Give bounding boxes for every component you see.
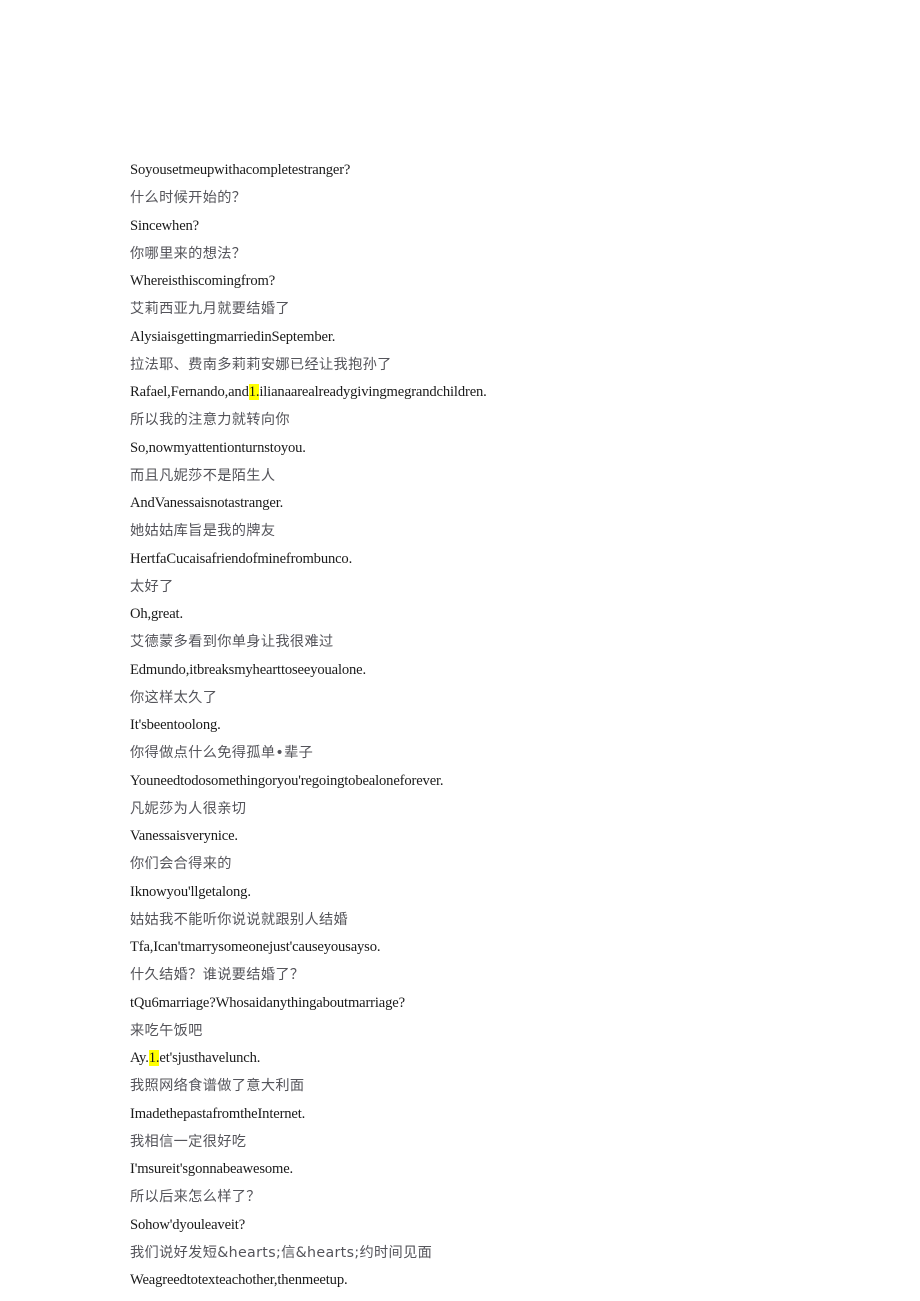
transcript-line-chinese: 所以后来怎么样了？: [130, 1189, 261, 1206]
transcript-line-chinese: 你这样太久了: [130, 689, 218, 706]
transcript-body: Soyousetmeupwithacompletestranger? 什么时候开始…: [130, 157, 830, 1294]
transcript-line-chinese: 我照网络食谱做了意大利面: [130, 1078, 305, 1095]
transcript-line-english: So,nowmyattentionturnstoyou.: [130, 439, 306, 456]
transcript-line-english: HertfaCucaisafriendofminefrombunco.: [130, 550, 353, 567]
transcript-line-english: AlysiaisgettingmarriedinSeptember.: [130, 328, 336, 345]
transcript-line-english: Weagreedtotexteachother,thenmeetup.: [130, 1272, 348, 1288]
transcript-line-chinese: 艾德蒙多看到你单身让我很难过: [130, 634, 334, 651]
transcript-line-chinese: 你们会合得来的: [130, 856, 232, 873]
transcript-line-english: Rafael,Fernando,and1.ilianaarealreadygiv…: [130, 379, 830, 406]
transcript-line-chinese: 什么时候开始的？: [130, 190, 247, 207]
transcript-line-english: ImadethepastafromtheInternet.: [130, 1105, 306, 1122]
line-text-segment: et'sjusthavelunch.: [159, 1050, 261, 1066]
transcript-line-english: AndVanessaisnotastranger.: [130, 495, 284, 511]
line-text-segment: Ay.: [130, 1050, 149, 1066]
transcript-line-english: Sohow'dyouleaveit?: [130, 1216, 246, 1233]
transcript-line-english: I'msureit'sgonnabeawesome.: [130, 1161, 294, 1177]
transcript-line-english: Edmundo,itbreaksmyhearttoseeyoualone.: [130, 661, 366, 678]
transcript-line-english: Vanessaisverynice.: [130, 828, 238, 844]
transcript-line-english: Ay.1.et'sjusthavelunch.: [130, 1045, 830, 1072]
transcript-line-chinese: 我相信一定很好吃: [130, 1133, 247, 1150]
transcript-line-chinese: 我们说好发短&hearts;信&hearts;约时间见面: [130, 1244, 433, 1261]
transcript-line-english: tQu6marriage?Whosaidanythingaboutmarriag…: [130, 994, 405, 1011]
transcript-line-english: Tfa,Ican'tmarrysomeonejust'causeyousayso…: [130, 939, 381, 955]
transcript-line-english: Whereisthiscomingfrom?: [130, 273, 276, 289]
transcript-line-chinese: 你哪里来的想法？: [130, 245, 247, 262]
transcript-line-english: It'sbeentoolong.: [130, 717, 221, 733]
transcript-line-chinese: 太好了: [130, 578, 174, 595]
transcript-line-chinese: 她姑姑库旨是我的牌友: [130, 523, 276, 540]
transcript-line-chinese: 来吃午饭吧: [130, 1022, 203, 1039]
transcript-line-chinese: 而且凡妮莎不是陌生人: [130, 467, 276, 484]
document-page: Soyousetmeupwithacompletestranger? 什么时候开始…: [0, 0, 920, 1301]
line-text-segment: ilianaarealreadygivingmegrandchildren.: [259, 384, 487, 400]
transcript-line-chinese: 你得做点什么免得孤单•辈子: [130, 745, 314, 762]
transcript-line-english: Youneedtodosomethingoryou'regoingtobealo…: [130, 772, 444, 789]
transcript-line-english: Oh,great.: [130, 606, 183, 622]
highlighted-text: 1.: [248, 384, 260, 400]
transcript-line-english: Iknowyou'llgetalong.: [130, 883, 251, 900]
transcript-line-chinese: 所以我的注意力就转向你: [130, 412, 290, 429]
transcript-line-chinese: 什久结婚？谁说要结婚了？: [130, 967, 305, 984]
highlighted-text: 1.: [148, 1050, 160, 1066]
transcript-line-chinese: 凡妮莎为人很亲切: [130, 800, 247, 817]
transcript-line-chinese: 姑姑我不能听你说说就跟别人结婚: [130, 911, 349, 928]
transcript-line-chinese: 艾莉西亚九月就要结婚了: [130, 301, 290, 318]
transcript-line-english: Soyousetmeupwithacompletestranger?: [130, 162, 351, 178]
transcript-line-english: Sincewhen?: [130, 217, 200, 234]
line-text-segment: Rafael,Fernando,and: [130, 384, 249, 400]
transcript-line-chinese: 拉法耶、费南多莉莉安娜已经让我抱孙了: [130, 356, 392, 373]
